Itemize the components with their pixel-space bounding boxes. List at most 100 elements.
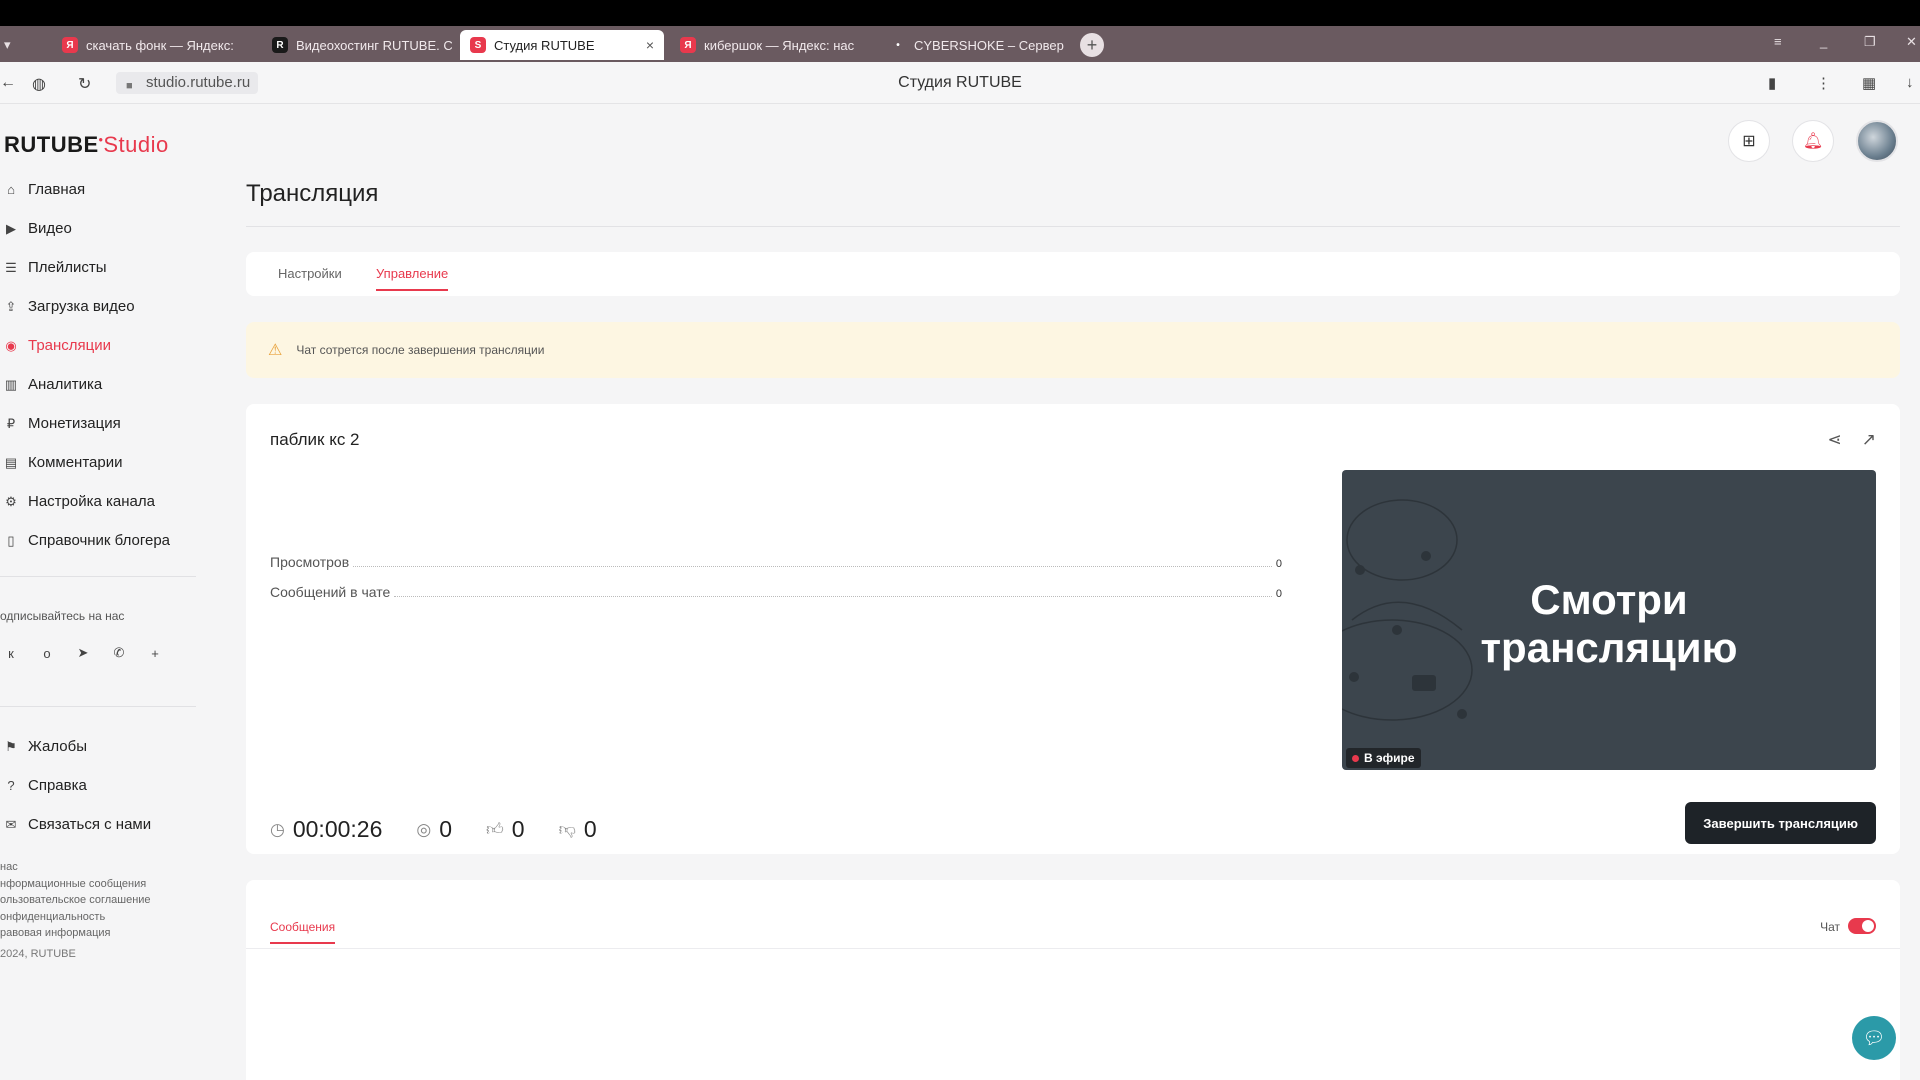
window-close-icon[interactable]: ✕ <box>1906 34 1917 50</box>
add-content-button[interactable]: ⊞ <box>1728 120 1770 162</box>
sidebar-item-label: Видео <box>28 220 72 237</box>
upload-icon: ⇪ <box>5 298 17 314</box>
tab-menu-button[interactable]: ▾ <box>0 30 26 60</box>
plus-square-icon: ⊞ <box>1742 133 1756 150</box>
more-icon[interactable]: ⋮ <box>1816 74 1831 92</box>
plus-icon[interactable]: + <box>144 642 166 664</box>
footer-link[interactable]: равовая информация <box>0 925 151 942</box>
video-icon: ▶ <box>6 220 16 236</box>
sidebar-item-complaints[interactable]: ⚑ Жалобы <box>0 727 200 766</box>
sidebar-item-channel-settings[interactable]: ⚙ Настройка канала <box>0 482 200 521</box>
preview-line: трансляцию <box>1480 624 1738 671</box>
tab-settings[interactable]: Настройки <box>278 266 342 281</box>
ok-icon[interactable]: ᴏ <box>36 642 58 664</box>
viewers-value: 0 <box>439 816 453 842</box>
sidebar-item-label: Жалобы <box>28 738 87 755</box>
sidebar-item-label: Справка <box>28 777 87 794</box>
comments-icon: ▤ <box>4 454 18 470</box>
sidebar-item-help[interactable]: ? Справка <box>0 766 200 805</box>
footer-link[interactable]: нформационные сообщения <box>0 876 151 893</box>
footer-link[interactable]: онфиденциальность <box>0 909 151 926</box>
browser-tab-2-active[interactable]: S Студия RUTUBE × <box>460 30 664 60</box>
sidebar-item-broadcasts[interactable]: ◉ Трансляции <box>0 326 200 365</box>
browser-tab-4[interactable]: • CYBERSHOKE – Сервер <box>880 30 1070 60</box>
stat-dots <box>353 557 1272 567</box>
page-title: Трансляция <box>246 180 379 207</box>
title-divider <box>246 226 1900 227</box>
avatar[interactable] <box>1856 120 1898 162</box>
restore-icon[interactable]: ❐ <box>1864 34 1876 50</box>
vk-icon[interactable]: к <box>0 642 22 664</box>
stat-chat-messages: Сообщений в чате 0 <box>270 584 1282 600</box>
footer-link[interactable]: ользовательское соглашение <box>0 892 151 909</box>
tab-label: кибершок — Яндекс: нас <box>704 37 855 53</box>
stat-label: Сообщений в чате <box>270 584 391 600</box>
tab-label: скачать фонк — Яндекс: <box>86 37 234 53</box>
reader-icon[interactable]: ▦ <box>1862 74 1876 92</box>
chat-toggle[interactable] <box>1848 918 1876 934</box>
sidebar-item-blogger-guide[interactable]: ▯ Справочник блогера <box>0 521 200 560</box>
top-actions: ⊞ 🔔︎ <box>1728 120 1898 162</box>
monetization-icon: ₽ <box>6 415 16 431</box>
settings-icon: ⚙ <box>5 493 17 509</box>
tab-management[interactable]: Управление <box>376 266 449 291</box>
viber-icon[interactable]: ✆ <box>108 642 130 664</box>
rutube-studio-logo[interactable]: RUTUBE•Studio <box>4 132 169 158</box>
sidebar-item-label: Связаться с нами <box>28 816 152 833</box>
stream-card: паблик кс 2 ⋖ ↗ Просмотров 0 Сообщений в… <box>246 404 1900 854</box>
copyright: 2024, RUTUBE <box>0 948 76 960</box>
telegram-icon[interactable]: ➤ <box>72 642 94 664</box>
sidebar-item-upload[interactable]: ⇪ Загрузка видео <box>0 287 200 326</box>
likes-counter: 👍︎ 0 <box>486 816 525 843</box>
sidebar-divider <box>0 706 196 707</box>
browser-tab-1[interactable]: R Видеохостинг RUTUBE. С <box>262 30 452 60</box>
sidebar-item-monetization[interactable]: ₽ Монетизация <box>0 404 200 443</box>
home-icon: ⌂ <box>7 182 15 197</box>
duration-value: 00:00:26 <box>292 816 383 842</box>
tab-label: Видеохостинг RUTUBE. С <box>296 37 452 53</box>
yandex-favicon-icon: Я <box>62 37 78 53</box>
sidebar-item-comments[interactable]: ▤ Комментарии <box>0 443 200 482</box>
help-icon: ? <box>7 778 15 793</box>
bookmark-icon[interactable]: ▮ <box>1768 74 1776 92</box>
stream-name: паблик кс 2 <box>270 430 360 449</box>
chat-toggle-label: Чат <box>1820 920 1840 934</box>
sidebar-item-label: Плейлисты <box>28 259 107 276</box>
sidebar-item-analytics[interactable]: ▥ Аналитика <box>0 365 200 404</box>
clock-icon: ◷ <box>270 819 285 839</box>
thumbs-up-icon: 👍︎ <box>486 820 504 839</box>
close-tab-icon[interactable]: × <box>646 37 654 53</box>
footer-link[interactable]: нас <box>0 859 151 876</box>
stream-card-actions: ⋖ ↗ <box>1828 430 1877 450</box>
stream-preview[interactable]: Смотри трансляцию В эфире <box>1342 470 1876 770</box>
minimize-icon[interactable]: _ <box>1820 34 1827 49</box>
share-icon[interactable]: ⋖ <box>1828 430 1842 450</box>
support-chat-button[interactable]: 💬︎ <box>1852 1016 1896 1060</box>
notifications-button[interactable]: 🔔︎ <box>1792 120 1834 162</box>
tab-messages[interactable]: Сообщения <box>270 920 336 944</box>
viewers-counter: ◎ 0 <box>416 816 452 843</box>
alert-text: Чат сотрется после завершения трансляции <box>296 343 545 357</box>
sidebar-item-video[interactable]: ▶ Видео <box>0 209 200 248</box>
download-icon[interactable]: ↓ <box>1906 74 1914 91</box>
address-bar: ← ◍ ↻ ■ studio.rutube.ru Студия RUTUBE ▮… <box>0 62 1920 104</box>
new-tab-button[interactable]: + <box>1080 33 1104 57</box>
book-icon: ▯ <box>7 532 15 548</box>
external-link-icon[interactable]: ↗ <box>1862 430 1876 450</box>
footer-links: нас нформационные сообщения ользовательс… <box>0 859 151 942</box>
sidebar-divider <box>0 576 196 577</box>
stat-views: Просмотров 0 <box>270 554 1282 570</box>
browser-tab-3[interactable]: Я кибершок — Яндекс: нас <box>670 30 866 60</box>
sidebar-item-home[interactable]: ⌂ Главная <box>0 170 200 209</box>
bell-icon: 🔔︎ <box>1802 133 1824 150</box>
preview-caption: Смотри трансляцию <box>1342 576 1876 672</box>
sidebar-item-contact[interactable]: ✉ Связаться с нами <box>0 805 200 844</box>
sidebar-item-label: Трансляции <box>28 337 112 354</box>
browser-page-title: Студия RUTUBE <box>898 74 1022 91</box>
end-stream-button[interactable]: Завершить трансляцию <box>1685 802 1876 844</box>
broadcast-icon: ◉ <box>5 337 17 353</box>
sidebar-item-playlists[interactable]: ☰ Плейлисты <box>0 248 200 287</box>
tabs-menu-icon[interactable]: ≡ <box>1774 34 1782 49</box>
sidebar-item-label: Комментарии <box>28 454 123 471</box>
browser-tab-0[interactable]: Я скачать фонк — Яндекс: <box>52 30 252 60</box>
